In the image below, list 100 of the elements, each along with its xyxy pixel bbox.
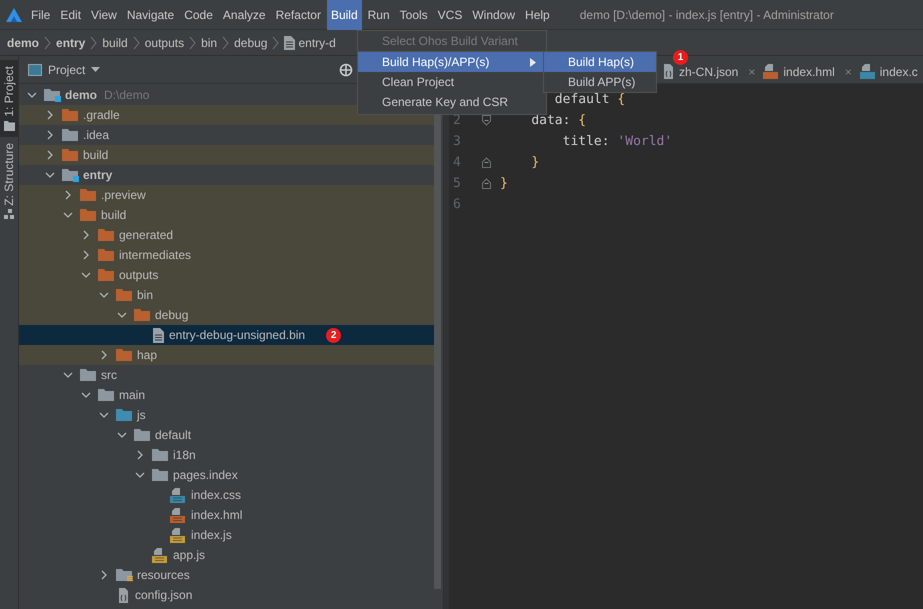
tree-item-label: js [137, 408, 146, 422]
breadcrumb-item[interactable]: bin [201, 36, 218, 50]
tree-item[interactable]: .idea [19, 125, 434, 145]
tree-item[interactable]: bin [19, 285, 434, 305]
tree-item[interactable]: app.js [19, 545, 434, 565]
editor-tab[interactable]: index.hml × [759, 64, 856, 80]
chevron-icon[interactable] [81, 390, 91, 400]
tree-item-label: config.json [135, 588, 192, 602]
tree-item[interactable]: main [19, 385, 434, 405]
chevron-icon[interactable] [63, 370, 73, 380]
breadcrumb-item[interactable]: entry-d [298, 36, 336, 50]
chevron-icon[interactable] [45, 150, 55, 160]
tree-item[interactable]: index.css [19, 485, 434, 505]
tree-item[interactable]: intermediates [19, 245, 434, 265]
breadcrumb-item[interactable]: entry [56, 36, 86, 50]
tree-item[interactable]: generated [19, 225, 434, 245]
tree-item[interactable]: pages.index [19, 465, 434, 485]
menu-item[interactable]: Edit [56, 0, 86, 30]
chevron-icon[interactable] [45, 170, 55, 180]
tree-item[interactable]: index.hml [19, 505, 434, 525]
chevron-icon[interactable] [135, 450, 145, 460]
chevron-icon [272, 36, 280, 50]
menu-item[interactable]: Analyze [218, 0, 270, 30]
breadcrumb-item[interactable]: debug [234, 36, 268, 50]
chevron-icon[interactable] [81, 270, 91, 280]
tree-item-label: hap [137, 348, 158, 362]
chevron-icon [90, 36, 98, 50]
tree-item-label: index.css [191, 488, 242, 502]
tree-item[interactable]: src [19, 365, 434, 385]
breadcrumb-item[interactable]: build [102, 36, 128, 50]
menu-item[interactable]: Navigate [122, 0, 178, 30]
tree-item-label: intermediates [119, 248, 192, 262]
fold-marker-icon[interactable] [482, 157, 490, 168]
tree-item[interactable]: js [19, 405, 434, 425]
tree-item[interactable]: i18n [19, 445, 434, 465]
tree-item[interactable]: entry [19, 165, 434, 185]
chevron-icon[interactable] [63, 210, 73, 220]
tree-item[interactable]: build [19, 205, 434, 225]
chevron-icon[interactable] [135, 470, 145, 480]
chevron-icon[interactable] [99, 350, 109, 360]
menu-item[interactable]: VCS [434, 0, 466, 30]
tree-item[interactable]: debug [19, 305, 434, 325]
tree-item-label: .preview [101, 188, 146, 202]
chevron-icon[interactable] [99, 570, 109, 580]
folder-icon [116, 288, 133, 302]
code-line: data: { [531, 113, 586, 128]
tree-item[interactable]: index.js [19, 525, 434, 545]
menu-entry[interactable]: Build APP(s) [544, 72, 656, 92]
chevron-icon[interactable] [117, 310, 127, 320]
tree-item[interactable]: config.json [19, 585, 434, 605]
tool-window-button[interactable]: 1: Project [0, 60, 18, 137]
fold-marker-icon[interactable] [482, 115, 490, 126]
chevron-icon[interactable] [63, 190, 73, 200]
chevron-icon[interactable] [81, 230, 91, 240]
step-badge: 2 [326, 328, 342, 342]
menu-item[interactable]: Window [468, 0, 520, 30]
fold-marker-icon[interactable] [482, 178, 490, 189]
tree-item[interactable]: entry-debug-unsigned.bin 2 [19, 325, 434, 345]
chevron-icon[interactable] [99, 290, 109, 300]
chevron-icon[interactable] [99, 410, 109, 420]
locate-icon[interactable] [339, 62, 353, 76]
menu-entry[interactable]: Build Hap(s)/APP(s) [358, 52, 546, 72]
menu-item[interactable]: Tools [396, 0, 432, 30]
chevron-icon[interactable] [27, 90, 37, 100]
chevron-icon[interactable] [45, 110, 55, 120]
chevron-icon [132, 36, 140, 50]
line-number: 5 [453, 176, 461, 191]
dropdown-caret-icon[interactable] [91, 67, 100, 72]
chevron-icon [222, 36, 230, 50]
menu-item[interactable]: Code [180, 0, 217, 30]
code-line: default { [554, 92, 626, 107]
menu-item[interactable]: Help [521, 0, 554, 30]
breadcrumb-item[interactable]: outputs [144, 36, 184, 50]
breadcrumb-item[interactable]: demo [7, 36, 40, 50]
menu-item[interactable]: Run [364, 0, 394, 30]
tool-window-button[interactable]: Z: Structure [0, 136, 18, 226]
folder-icon [98, 228, 115, 242]
chevron-icon[interactable] [117, 430, 127, 440]
folder-icon [152, 448, 169, 462]
tree-item[interactable]: hap [19, 345, 434, 365]
chevron-icon[interactable] [45, 130, 55, 140]
menu-item[interactable]: File [27, 0, 54, 30]
file-icon [763, 64, 780, 79]
folder-icon [80, 188, 97, 202]
tree-item[interactable]: outputs [19, 265, 434, 285]
panel-title[interactable]: Project [48, 62, 86, 76]
editor-tab[interactable]: index.c [856, 64, 922, 80]
line-number: 3 [453, 134, 461, 149]
menu-item[interactable]: View [87, 0, 121, 30]
tree-item[interactable]: resources [19, 565, 434, 585]
menu-item[interactable]: Build [326, 0, 362, 30]
tree-item[interactable]: .preview [19, 185, 434, 205]
tree-item[interactable]: default [19, 425, 434, 445]
chevron-icon[interactable] [81, 250, 91, 260]
tree-item-label: build [83, 148, 108, 162]
tree-item[interactable]: build [19, 145, 434, 165]
folder-icon [134, 308, 151, 322]
menu-item[interactable]: Refactor [272, 0, 325, 30]
tree-item[interactable]: .gradle [19, 105, 434, 125]
menu-entry[interactable]: Clean Project [358, 72, 546, 92]
